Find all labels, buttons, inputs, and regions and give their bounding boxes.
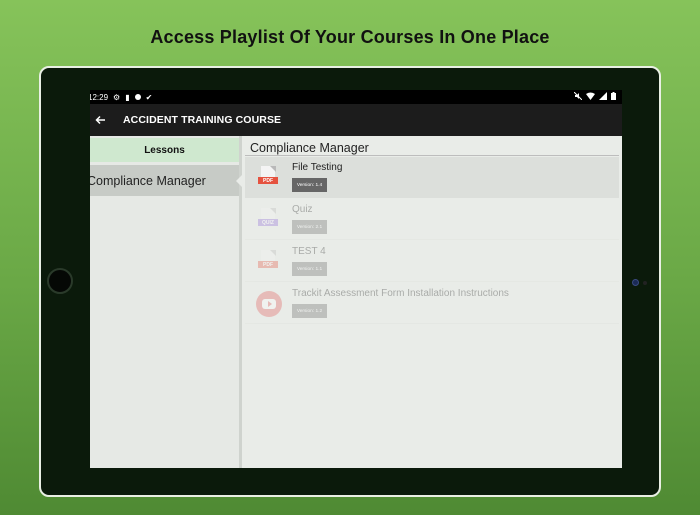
content-pane: Compliance Manager PDF File Testing Vers…: [245, 136, 622, 468]
content-item-file-testing[interactable]: PDF File Testing Version: 1.4: [245, 157, 619, 198]
lessons-pane: Lessons Compliance Manager: [90, 136, 242, 468]
content-item-trackit-assessment[interactable]: Trackit Assessment Form Installation Ins…: [245, 283, 619, 324]
lesson-item-compliance-manager[interactable]: Compliance Manager: [90, 165, 242, 196]
mute-icon: [573, 91, 583, 102]
file-type-tag: PDF: [258, 261, 278, 268]
battery-saver-icon: ▮: [125, 92, 130, 102]
content-item-quiz[interactable]: QUIZ Quiz Version: 2.1: [245, 199, 619, 240]
device-screen: 12:29 ⚙ ▮ ✔ ACCIDENT TRAINING COURSE Les…: [90, 90, 622, 468]
file-type-tag: PDF: [258, 177, 278, 184]
pdf-file-icon: PDF: [258, 250, 278, 272]
version-badge: Version: 1.4: [292, 178, 327, 192]
tablet-camera: [632, 279, 639, 286]
arrow-left-icon[interactable]: [95, 114, 107, 127]
content-area: Lessons Compliance Manager Compliance Ma…: [90, 136, 622, 468]
lesson-item-label: Compliance Manager: [90, 173, 206, 188]
wifi-icon: [586, 92, 595, 102]
tablet-home-button: [47, 268, 73, 294]
quiz-file-icon: QUIZ: [258, 208, 278, 230]
content-item-name: File Testing: [292, 162, 343, 173]
status-time: 12:29: [90, 92, 109, 102]
selected-indicator: [236, 175, 242, 187]
status-bar: 12:29 ⚙ ▮ ✔: [90, 90, 622, 104]
app-bar: ACCIDENT TRAINING COURSE: [90, 104, 622, 136]
file-type-tag: QUIZ: [258, 219, 278, 226]
battery-icon: [611, 92, 616, 102]
version-badge: Version: 1.1: [292, 262, 327, 276]
youtube-video-icon: [256, 291, 282, 317]
content-item-test-4[interactable]: PDF TEST 4 Version: 1.1: [245, 241, 619, 282]
circle-icon: [134, 94, 141, 100]
content-item-name: Trackit Assessment Form Installation Ins…: [292, 288, 509, 299]
version-badge: Version: 1.2: [292, 304, 327, 318]
lessons-header: Lessons: [90, 138, 239, 162]
signal-icon: [599, 92, 607, 102]
app-title: ACCIDENT TRAINING COURSE: [123, 114, 282, 126]
content-item-name: Quiz: [292, 204, 313, 215]
headline: Access Playlist Of Your Courses In One P…: [150, 27, 550, 47]
check-icon: ✔: [145, 92, 153, 102]
pdf-file-icon: PDF: [258, 166, 278, 188]
version-badge: Version: 2.1: [292, 220, 327, 234]
content-item-name: TEST 4: [292, 246, 326, 257]
section-title: Compliance Manager: [245, 136, 619, 156]
gear-icon: ⚙: [113, 92, 121, 102]
tablet-sensor: [643, 281, 647, 285]
